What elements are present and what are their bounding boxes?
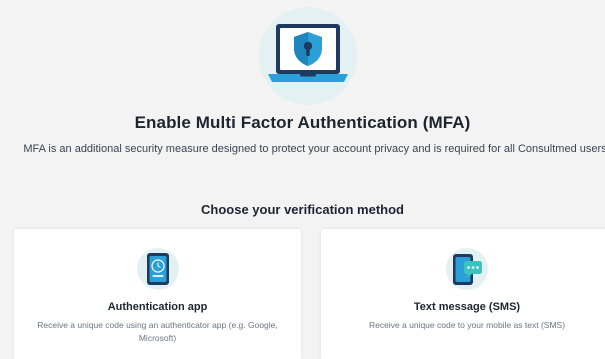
authentication-app-option[interactable]: Authentication app Receive a unique code… — [14, 229, 301, 359]
authentication-app-title: Authentication app — [107, 301, 208, 313]
laptop-shield-lock-icon — [258, 6, 358, 106]
sms-description: Receive a unique code to your mobile as … — [368, 320, 566, 330]
mfa-setup-page: Enable Multi Factor Authentication (MFA)… — [0, 0, 605, 359]
page-title: Enable Multi Factor Authentication (MFA) — [134, 113, 471, 132]
sms-title: Text message (SMS) — [413, 301, 521, 313]
sms-option[interactable]: Text message (SMS) Receive a unique code… — [321, 229, 605, 359]
page-description: MFA is an additional security measure de… — [23, 143, 605, 155]
sms-phone-icon — [445, 247, 489, 291]
authentication-app-description: Receive a unique code using an authentic… — [37, 320, 278, 343]
section-heading: Choose your verification method — [201, 202, 404, 217]
authenticator-phone-icon — [136, 247, 180, 291]
